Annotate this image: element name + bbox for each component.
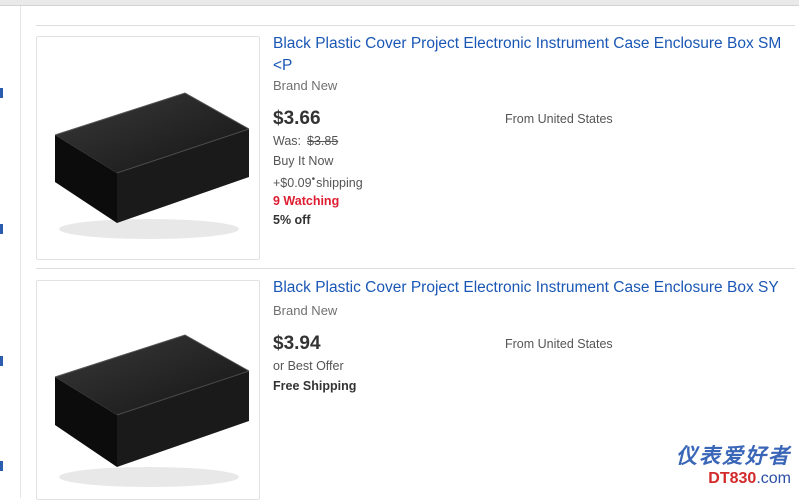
watching-count: 9 Watching (273, 194, 340, 208)
sidebar-link-marker[interactable] (0, 224, 3, 234)
listing-price: $3.94 (273, 333, 321, 354)
best-offer-label: or Best Offer (273, 359, 344, 373)
listing-location: From United States (505, 337, 613, 351)
sidebar-link-marker[interactable] (0, 88, 3, 98)
black-enclosure-box-image (54, 92, 250, 239)
listing-title-link[interactable]: Black Plastic Cover Project Electronic I… (273, 277, 793, 299)
listing-condition: Brand New (273, 78, 338, 93)
discount-badge: 5% off (273, 213, 311, 227)
shipping-info-dot-icon[interactable]: • (312, 174, 316, 185)
listing-title-link[interactable]: Black Plastic Cover Project Electronic I… (273, 33, 793, 77)
watermark-domain-prefix: DT830 (708, 470, 757, 487)
divider (36, 25, 795, 26)
was-price: $3.85 (307, 134, 339, 148)
sidebar-link-marker[interactable] (0, 461, 3, 471)
sidebar-link-marker[interactable] (0, 356, 3, 366)
listing-thumbnail[interactable] (36, 280, 260, 500)
listing-location: From United States (505, 112, 613, 126)
watermark-domain: DT830.com (676, 470, 791, 488)
free-shipping-label: Free Shipping (273, 379, 357, 393)
divider (36, 268, 795, 269)
shipping-label: shipping (316, 176, 363, 191)
shipping-row: +$0.09•shipping (273, 174, 363, 190)
was-price-row: Was: $3.85 (273, 134, 338, 148)
listing-thumbnail[interactable] (36, 36, 260, 260)
watermark-chinese-text: 仪表爱好者 (676, 443, 791, 468)
left-sidebar-edge (0, 6, 21, 498)
watermark-domain-suffix: .com (756, 470, 791, 487)
site-watermark: 仪表爱好者 DT830.com (676, 444, 791, 488)
black-enclosure-box-image (54, 334, 250, 487)
shipping-cost: +$0.09 (273, 176, 312, 191)
buy-format: Buy It Now (273, 154, 334, 168)
listing-price: $3.66 (273, 108, 321, 129)
browser-top-edge (0, 0, 799, 6)
listing-condition: Brand New (273, 303, 338, 318)
was-label: Was: (273, 134, 302, 148)
